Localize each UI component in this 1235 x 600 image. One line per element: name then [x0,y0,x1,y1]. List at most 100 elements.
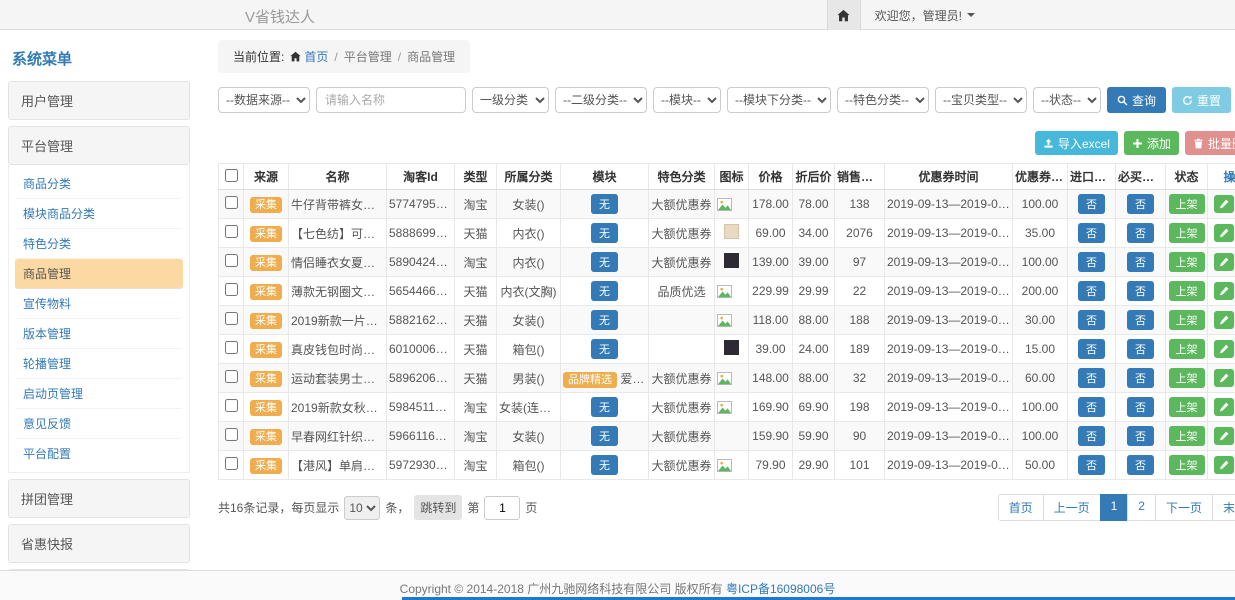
row-checkbox[interactable] [225,341,238,354]
filter-select[interactable]: --宝贝类型-- [935,87,1027,113]
edit-button[interactable] [1214,195,1234,213]
edit-button[interactable] [1214,340,1234,358]
user-menu[interactable]: 欢迎您，管理员! [875,7,975,24]
import-toggle[interactable]: 否 [1078,252,1105,272]
sidebar-item[interactable]: 意见反馈 [15,409,183,439]
mustbuy-toggle[interactable]: 否 [1127,223,1154,243]
add-button[interactable]: 添加 [1124,131,1179,155]
filter-select[interactable]: --模块-- [653,87,721,113]
module-badge[interactable]: 无 [591,339,618,359]
row-checkbox[interactable] [225,370,238,383]
sidebar-item[interactable]: 商品管理 [15,259,183,289]
module-badge[interactable]: 无 [591,397,618,417]
status-button[interactable]: 上架 [1169,368,1205,388]
sidebar-group[interactable]: 用户管理 [8,81,190,120]
module-badge[interactable]: 无 [591,310,618,330]
sidebar-item[interactable]: 启动页管理 [15,379,183,409]
mustbuy-toggle[interactable]: 否 [1127,455,1154,475]
module-badge[interactable]: 无 [591,223,618,243]
mustbuy-toggle[interactable]: 否 [1127,194,1154,214]
page-button[interactable]: 下一页 [1155,494,1213,521]
edit-button[interactable] [1214,427,1234,445]
status-button[interactable]: 上架 [1169,426,1205,446]
mustbuy-toggle[interactable]: 否 [1127,426,1154,446]
page-button[interactable]: 上一页 [1043,494,1101,521]
module-badge[interactable]: 无 [591,281,618,301]
page-button[interactable]: 2 [1127,494,1156,521]
breadcrumb-item[interactable]: 平台管理 [344,48,392,65]
mustbuy-toggle[interactable]: 否 [1127,339,1154,359]
import-toggle[interactable]: 否 [1078,397,1105,417]
mustbuy-toggle[interactable]: 否 [1127,252,1154,272]
module-badge[interactable]: 无 [591,455,618,475]
search-button[interactable]: 查询 [1107,87,1166,113]
edit-button[interactable] [1214,282,1234,300]
home-button[interactable] [827,0,861,30]
edit-button[interactable] [1214,311,1234,329]
breadcrumb-item[interactable]: 商品管理 [407,48,455,65]
import-toggle[interactable]: 否 [1078,281,1105,301]
module-badge[interactable]: 无 [591,194,618,214]
module-badge[interactable]: 无 [591,426,618,446]
batch-delete-button[interactable]: 批量删除 [1185,131,1235,155]
sidebar-group[interactable]: 省惠快报 [8,524,190,563]
filter-select[interactable]: --二级分类-- [555,87,647,113]
select-all-checkbox[interactable] [225,169,238,182]
import-toggle[interactable]: 否 [1078,339,1105,359]
import-toggle[interactable]: 否 [1078,194,1105,214]
module-badge[interactable]: 品牌精选 [563,372,617,388]
row-checkbox[interactable] [225,457,238,470]
import-toggle[interactable]: 否 [1078,223,1105,243]
filter-select[interactable]: --状态-- [1033,87,1101,113]
per-page-select[interactable]: 10 [344,496,380,520]
import-toggle[interactable]: 否 [1078,426,1105,446]
row-checkbox[interactable] [225,312,238,325]
mustbuy-toggle[interactable]: 否 [1127,368,1154,388]
edit-button[interactable] [1214,369,1234,387]
edit-button[interactable] [1214,456,1234,474]
filter-select[interactable]: --模块下分类-- [727,87,831,113]
icp-link[interactable]: 粤ICP备16098006号 [726,582,835,596]
sidebar-group[interactable]: 拼团管理 [8,479,190,518]
sidebar-group[interactable]: 平台管理 [8,126,190,165]
reset-button[interactable]: 重置 [1172,87,1231,113]
filter-select[interactable]: 一级分类 [472,87,549,113]
mustbuy-toggle[interactable]: 否 [1127,397,1154,417]
edit-button[interactable] [1214,224,1234,242]
import-toggle[interactable]: 否 [1078,368,1105,388]
name-search-input[interactable] [316,87,466,113]
status-button[interactable]: 上架 [1169,281,1205,301]
edit-button[interactable] [1214,398,1234,416]
status-button[interactable]: 上架 [1169,223,1205,243]
status-button[interactable]: 上架 [1169,310,1205,330]
page-button[interactable]: 1 [1100,494,1129,521]
row-checkbox[interactable] [225,399,238,412]
row-checkbox[interactable] [225,254,238,267]
edit-button[interactable] [1214,253,1234,271]
sidebar-item[interactable]: 宣传物料 [15,289,183,319]
sidebar-item[interactable]: 特色分类 [15,229,183,259]
mustbuy-toggle[interactable]: 否 [1127,310,1154,330]
sidebar-item[interactable]: 商品分类 [15,169,183,199]
status-button[interactable]: 上架 [1169,339,1205,359]
row-checkbox[interactable] [225,225,238,238]
jump-button[interactable]: 跳转到 [414,495,462,520]
module-badge[interactable]: 无 [591,252,618,272]
status-button[interactable]: 上架 [1169,455,1205,475]
row-checkbox[interactable] [225,428,238,441]
sidebar-item[interactable]: 版本管理 [15,319,183,349]
sidebar-item[interactable]: 轮播管理 [15,349,183,379]
import-toggle[interactable]: 否 [1078,310,1105,330]
status-button[interactable]: 上架 [1169,397,1205,417]
row-checkbox[interactable] [225,283,238,296]
page-button[interactable]: 首页 [998,494,1044,521]
status-button[interactable]: 上架 [1169,194,1205,214]
page-button[interactable]: 末页 [1212,494,1235,521]
status-button[interactable]: 上架 [1169,252,1205,272]
row-checkbox[interactable] [225,196,238,209]
filter-select[interactable]: --数据来源-- [218,87,310,113]
page-number-input[interactable] [484,496,520,520]
mustbuy-toggle[interactable]: 否 [1127,281,1154,301]
import-excel-button[interactable]: 导入excel [1035,131,1118,155]
filter-select[interactable]: --特色分类-- [837,87,929,113]
